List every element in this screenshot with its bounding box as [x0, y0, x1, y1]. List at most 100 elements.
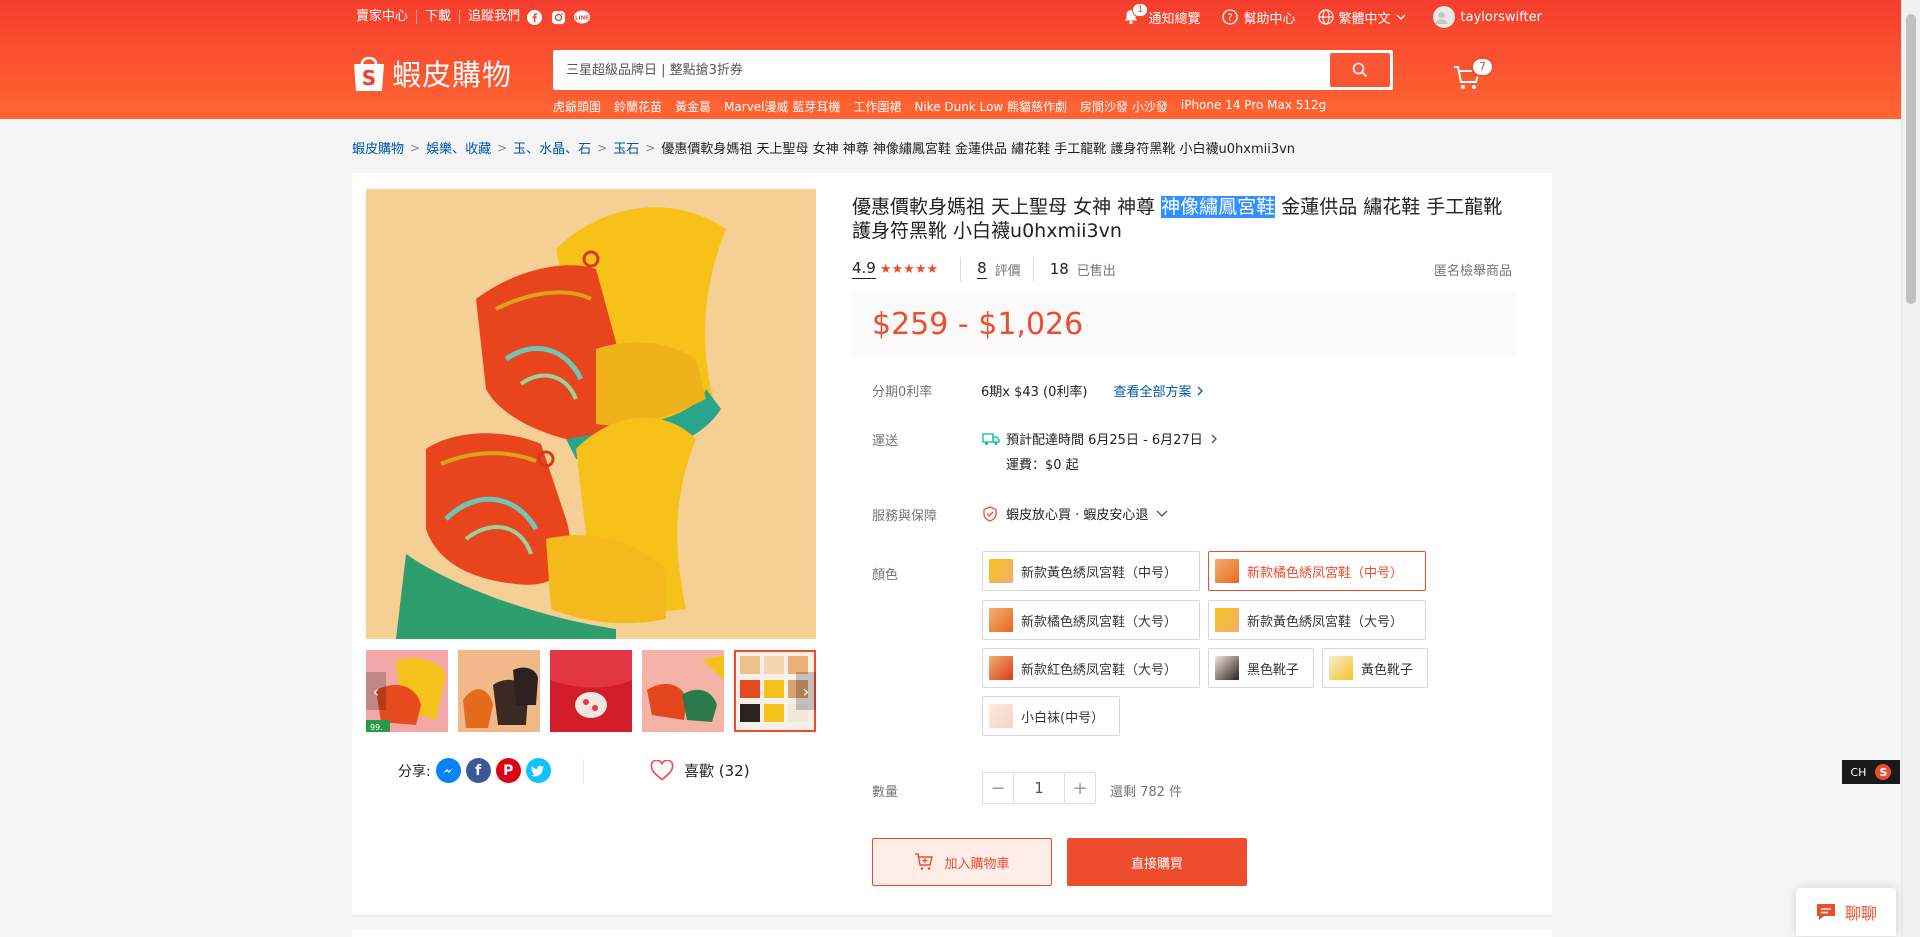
- thumbnail[interactable]: 99. ‹: [366, 650, 448, 732]
- product-main-image[interactable]: [366, 189, 816, 639]
- variant-option[interactable]: 黃色靴子: [1322, 648, 1428, 688]
- shipping-label: 運送: [872, 434, 899, 449]
- search-button[interactable]: [1330, 53, 1390, 87]
- thumbnail[interactable]: [550, 650, 632, 732]
- hot-keyword[interactable]: iPhone 14 Pro Max 512g: [1181, 98, 1326, 115]
- search-bar: [553, 50, 1393, 90]
- hot-keyword[interactable]: 房間沙發 小沙發: [1080, 98, 1168, 115]
- thumbnail[interactable]: [458, 650, 540, 732]
- instagram-icon[interactable]: [550, 9, 566, 25]
- logo-text: 蝦皮購物: [392, 58, 513, 92]
- stock-remaining: 還剩 782 件: [1110, 785, 1183, 800]
- rating-score[interactable]: 4.9: [852, 259, 876, 279]
- follow-us-label: 追蹤我們: [468, 9, 521, 24]
- divider: [960, 257, 962, 281]
- breadcrumb-link[interactable]: 娛樂、收藏: [426, 138, 491, 157]
- hot-keyword[interactable]: 黃金葛: [675, 98, 711, 115]
- variant-thumbnail: [989, 656, 1013, 680]
- top-navbar: 賣家中心 下載 追蹤我們 LINE 1 通知總覽 ? 幫助中心 繁體中文 tay…: [352, 0, 1542, 34]
- pinterest-icon[interactable]: P: [495, 758, 521, 783]
- variant-thumbnail: [989, 559, 1013, 583]
- variant-option[interactable]: 黑色靴子: [1208, 648, 1314, 688]
- variant-label: 新款紅色綉凤宮鞋（大号）: [1021, 662, 1178, 678]
- search-icon: [1352, 62, 1368, 78]
- breadcrumb-link[interactable]: 玉石: [613, 138, 639, 157]
- variant-option-selected[interactable]: 新款橘色綉凤宮鞋（中号）: [1208, 551, 1426, 591]
- quantity-input[interactable]: 1: [1014, 772, 1064, 804]
- notifications-label: 通知總覽: [1148, 11, 1201, 27]
- like-button[interactable]: 喜歡 (32): [650, 760, 750, 781]
- site-header: 賣家中心 下載 追蹤我們 LINE 1 通知總覽 ? 幫助中心 繁體中文 tay…: [0, 0, 1901, 119]
- buy-now-button[interactable]: 直接購買: [1067, 838, 1247, 886]
- hot-keyword[interactable]: 鈴蘭花苗: [614, 98, 662, 115]
- hot-keyword[interactable]: Marvel漫威 藍芽耳機: [724, 98, 840, 115]
- chat-button[interactable]: 聊聊: [1796, 888, 1896, 936]
- add-to-cart-button[interactable]: 加入購物車: [872, 838, 1052, 886]
- facebook-share-icon[interactable]: f: [465, 758, 491, 783]
- variant-option[interactable]: 新款紅色綉凤宮鞋（大号）: [982, 648, 1200, 688]
- share-row: 分享: f P: [398, 758, 551, 783]
- variant-option[interactable]: 新款橘色綉凤宮鞋（大号）: [982, 600, 1200, 640]
- messenger-icon[interactable]: [435, 758, 461, 783]
- add-to-cart-label: 加入購物車: [944, 856, 1010, 872]
- chat-label: 聊聊: [1844, 904, 1877, 923]
- service-guarantee[interactable]: 蝦皮放心買 · 蝦皮安心退: [982, 504, 1168, 523]
- thumbnail-active[interactable]: ›: [734, 650, 816, 732]
- username: taylorswifter: [1460, 9, 1542, 25]
- chevron-down-icon: [1156, 510, 1168, 517]
- installment-info: 6期x $43 (0利率) 查看全部方案: [981, 381, 1205, 400]
- topbar-right: 1 通知總覽 ? 幫助中心 繁體中文 taylorswifter: [1102, 3, 1542, 28]
- notification-badge: 1: [1132, 3, 1149, 17]
- quantity-stepper: − 1 +: [982, 772, 1096, 804]
- scrollbar-thumb[interactable]: [1906, 14, 1916, 304]
- share-label: 分享:: [398, 763, 431, 780]
- rating-row: 4.9 ★★★★★ 8 評價 18 已售出 匿名檢舉商品: [852, 257, 1512, 281]
- page-scrollbar[interactable]: [1901, 0, 1920, 937]
- twitter-icon[interactable]: [525, 758, 551, 783]
- hot-keyword[interactable]: 工作圍裙: [853, 98, 901, 115]
- variant-label: 小白袜(中号）: [1021, 710, 1105, 726]
- review-label: 評價: [994, 263, 1021, 279]
- breadcrumb-link[interactable]: 玉、水晶、石: [513, 138, 591, 157]
- help-icon: ?: [1222, 9, 1239, 25]
- next-section-card: [352, 929, 1552, 937]
- review-count[interactable]: 8: [977, 259, 987, 279]
- installment-plans-link[interactable]: 查看全部方案: [1113, 381, 1205, 400]
- help-label: 幫助中心: [1243, 11, 1296, 27]
- heart-icon: [650, 760, 674, 781]
- breadcrumb-link[interactable]: 蝦皮購物: [352, 138, 404, 157]
- help-link[interactable]: ? 幫助中心: [1222, 8, 1296, 27]
- installment-link-text: 查看全部方案: [1113, 385, 1192, 400]
- embroidered-shoes-image: [366, 189, 816, 639]
- report-link[interactable]: 匿名檢舉商品: [1434, 260, 1512, 279]
- thumbnail-strip: 99. ‹ ›: [366, 650, 816, 732]
- chevron-right-icon[interactable]: ›: [796, 672, 816, 710]
- variant-option[interactable]: 小白袜(中号）: [982, 696, 1120, 736]
- hot-keyword[interactable]: 虎爺頭圍: [553, 98, 601, 115]
- account-menu[interactable]: taylorswifter: [1432, 6, 1542, 28]
- line-icon[interactable]: LINE: [574, 9, 591, 25]
- hot-keyword[interactable]: Nike Dunk Low 熊貓慈作劇: [914, 98, 1067, 115]
- increment-button[interactable]: +: [1064, 772, 1096, 804]
- service-label: 服務與保障: [872, 509, 938, 524]
- variant-option[interactable]: 新款黃色綉凤宮鞋（中号）: [982, 551, 1200, 591]
- seller-center-link[interactable]: 賣家中心: [356, 10, 418, 24]
- title-text: 優惠價軟身媽祖 天上聖母 女神 神尊: [852, 196, 1162, 218]
- shipping-info[interactable]: 預計配達時間 6月25日 - 6月27日: [982, 429, 1219, 448]
- variant-label: 新款橘色綉凤宮鞋（大号）: [1021, 614, 1178, 630]
- variant-label: 黑色靴子: [1247, 662, 1300, 678]
- facebook-icon[interactable]: [526, 9, 542, 25]
- chevron-left-icon[interactable]: ‹: [366, 672, 386, 710]
- shopee-logo[interactable]: S 蝦皮購物: [352, 52, 512, 94]
- ime-indicator[interactable]: CH S: [1842, 760, 1900, 784]
- language-selector[interactable]: 繁體中文: [1317, 8, 1411, 27]
- download-link[interactable]: 下載: [417, 10, 461, 24]
- search-input[interactable]: [556, 53, 1330, 87]
- svg-text:LINE: LINE: [575, 15, 589, 21]
- thumbnail[interactable]: [642, 650, 724, 732]
- variant-option[interactable]: 新款黃色綉凤宮鞋（大号）: [1208, 600, 1426, 640]
- shopee-bag-icon: S: [354, 56, 384, 91]
- product-card: 99. ‹ › 分享: f P 喜歡 (32) 優惠價軟身媽祖 天上聖母 女神 …: [352, 173, 1552, 915]
- notifications-link[interactable]: 1 通知總覽: [1124, 3, 1201, 27]
- decrement-button[interactable]: −: [982, 772, 1014, 804]
